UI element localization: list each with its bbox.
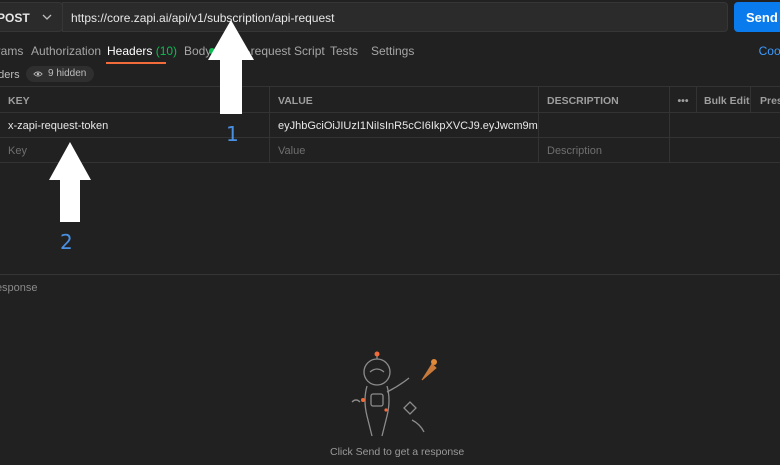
annotation-number-2: 2 [60, 230, 73, 254]
table-row: x-zapi-request-token eyJhbGciOiJIUzI1NiI… [0, 113, 780, 138]
hidden-count: 9 hidden [48, 68, 87, 79]
headers-count: (10) [155, 44, 178, 58]
astronaut-illustration [351, 351, 437, 437]
url-text: https://core.zapi.ai/api/v1/subscription… [71, 11, 335, 25]
annotation-arrow-up-icon [208, 20, 254, 114]
headers-subbar: Headers 9 hidden [0, 66, 780, 84]
method-label: POST [0, 11, 30, 25]
new-value-input[interactable]: Value [270, 138, 539, 162]
more-options-icon[interactable]: ••• [670, 87, 697, 112]
annotation-arrow-up-icon [49, 142, 91, 222]
send-button[interactable]: Send [734, 2, 780, 32]
eye-icon [33, 71, 43, 77]
request-tabs: Params Authorization Headers (10) Body P… [0, 38, 780, 64]
table-header-row: KEY VALUE DESCRIPTION ••• Bulk Edit Pres… [0, 86, 780, 113]
method-select[interactable]: POST [0, 2, 63, 32]
tab-headers-label: Headers [107, 44, 153, 58]
empty-response-message: Click Send to get a response [330, 446, 465, 458]
tab-settings[interactable]: Settings [371, 44, 414, 58]
tab-params[interactable]: Params [0, 44, 23, 58]
header-description-cell[interactable] [539, 113, 670, 137]
table-row-placeholder: Key Value Description [0, 138, 780, 163]
header-value-cell[interactable]: eyJhbGciOiJIUzI1NiIsInR5cCI6IkpXVCJ9.eyJ… [270, 113, 539, 137]
tab-authorization[interactable]: Authorization [31, 44, 101, 58]
response-label: Response [0, 282, 38, 294]
request-bar: POST https://core.zapi.ai/api/v1/subscri… [0, 0, 780, 36]
response-divider[interactable] [0, 274, 780, 275]
url-input[interactable]: https://core.zapi.ai/api/v1/subscription… [62, 2, 728, 32]
new-description-input[interactable]: Description [539, 138, 670, 162]
cookies-link[interactable]: Cookies [759, 44, 780, 58]
annotation-number-1: 1 [226, 122, 239, 146]
headers-label: Headers [0, 69, 20, 81]
presets-button[interactable]: Presets [751, 87, 780, 112]
tab-tests[interactable]: Tests [330, 44, 358, 58]
active-tab-indicator [106, 62, 166, 64]
column-description: DESCRIPTION [539, 87, 670, 112]
column-value: VALUE [270, 87, 539, 112]
hidden-headers-toggle[interactable]: 9 hidden [26, 66, 95, 82]
bulk-edit-button[interactable]: Bulk Edit [697, 87, 751, 112]
chevron-down-icon [42, 14, 52, 20]
tab-headers[interactable]: Headers (10) [107, 44, 177, 58]
headers-table: KEY VALUE DESCRIPTION ••• Bulk Edit Pres… [0, 86, 780, 164]
